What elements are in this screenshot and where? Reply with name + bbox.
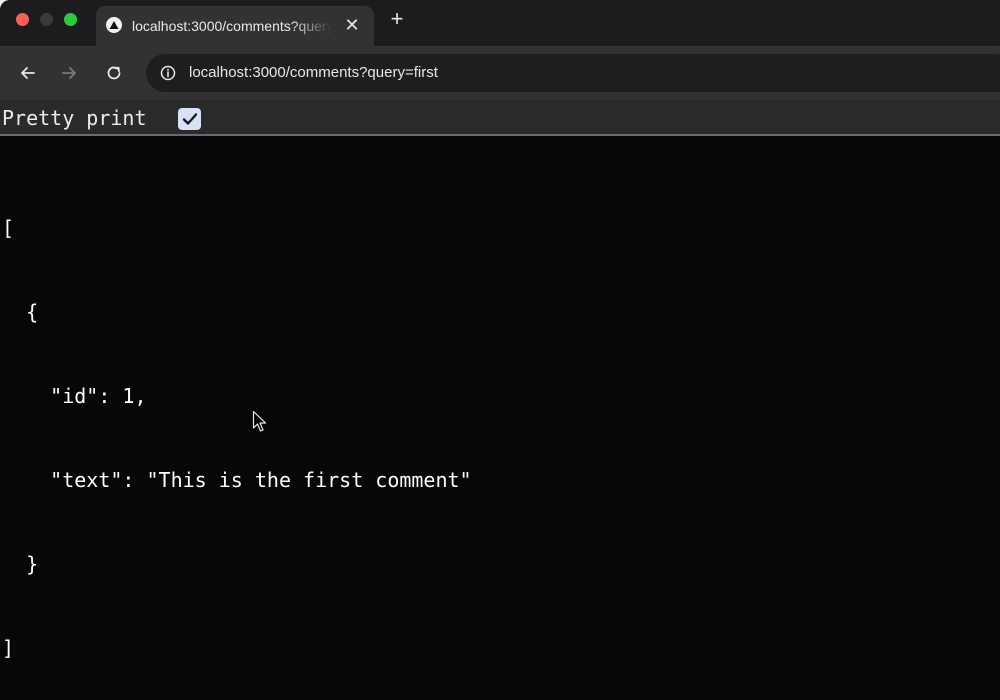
- pretty-print-checkbox[interactable]: [178, 108, 201, 130]
- json-line: ]: [2, 636, 15, 660]
- arrow-right-icon: [62, 67, 76, 79]
- json-line: [: [2, 216, 15, 240]
- json-content: [ { "id": 1, "text": "This is the first …: [2, 158, 472, 700]
- address-bar[interactable]: localhost:3000/comments?query=first: [146, 54, 1000, 92]
- arrow-left-icon: [21, 67, 35, 79]
- json-line: "text": "This is the first comment": [2, 468, 472, 492]
- forward-button[interactable]: [56, 60, 82, 86]
- window-minimize-button[interactable]: [40, 13, 53, 26]
- tab-strip: localhost:3000/comments?query=first ✕ +: [0, 0, 1000, 46]
- reload-icon: [107, 66, 121, 80]
- browser-window: localhost:3000/comments?query=first ✕ +: [0, 0, 1000, 700]
- pretty-print-label: Pretty print: [2, 106, 147, 130]
- json-line: {: [2, 300, 39, 324]
- json-line: "id": 1,: [2, 384, 147, 408]
- tab-title: localhost:3000/comments?query=first: [132, 18, 332, 34]
- tab-close-icon[interactable]: ✕: [341, 14, 363, 36]
- tab-active[interactable]: localhost:3000/comments?query=first ✕: [96, 6, 374, 46]
- triangle-favicon-icon: [106, 17, 122, 33]
- reload-button[interactable]: [101, 60, 127, 86]
- json-line: }: [2, 552, 39, 576]
- window-maximize-button[interactable]: [64, 13, 77, 26]
- pretty-print-bar: Pretty print: [0, 100, 1000, 136]
- window-close-button[interactable]: [16, 13, 29, 26]
- browser-toolbar: localhost:3000/comments?query=first: [0, 46, 1000, 100]
- info-circle-icon[interactable]: [160, 65, 176, 81]
- back-button[interactable]: [15, 60, 41, 86]
- mouse-pointer-icon: [252, 410, 267, 432]
- url-text[interactable]: localhost:3000/comments?query=first: [189, 63, 438, 83]
- checkmark-icon: [182, 113, 197, 125]
- new-tab-button[interactable]: +: [386, 8, 408, 30]
